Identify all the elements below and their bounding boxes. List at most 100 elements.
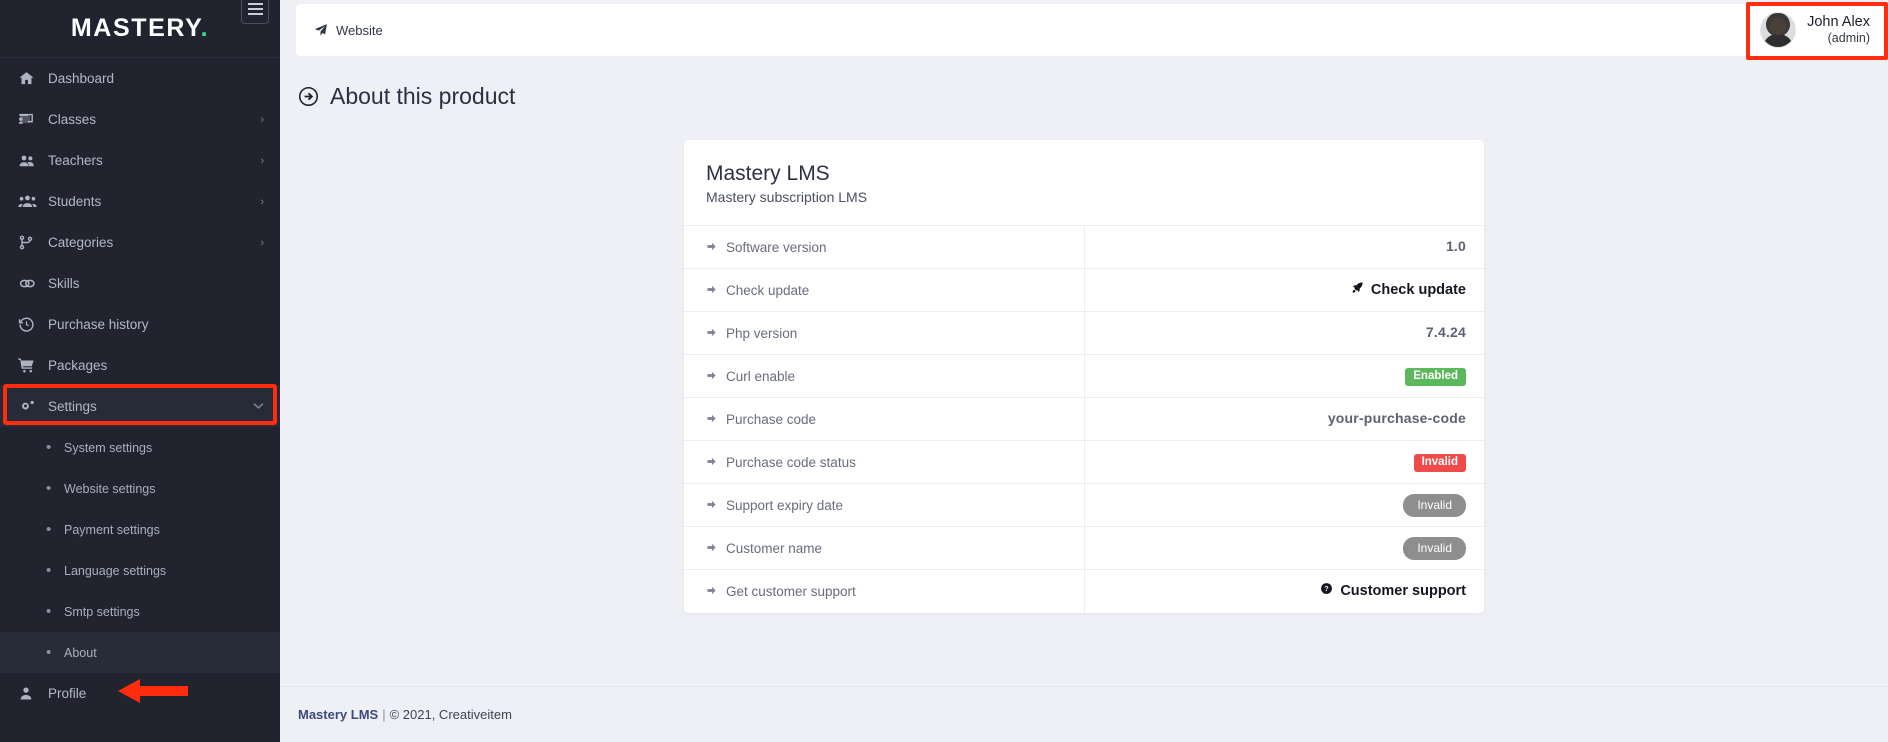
sidebar-item-teachers[interactable]: Teachers › — [0, 140, 280, 181]
about-product-card: Mastery LMS Mastery subscription LMS Sof… — [684, 140, 1484, 613]
info-key-label: Php version — [726, 325, 798, 341]
teachers-icon — [18, 152, 48, 170]
arrow-right-icon — [706, 240, 717, 255]
sidebar-subitem-payment-settings[interactable]: • Payment settings — [0, 509, 280, 550]
sidebar-subitem-language-settings[interactable]: • Language settings — [0, 550, 280, 591]
card-header: Mastery LMS Mastery subscription LMS — [684, 140, 1484, 225]
info-value-text: your-purchase-code — [1327, 410, 1466, 426]
students-icon — [18, 192, 48, 211]
brand-dot: . — [200, 14, 210, 42]
sidebar-item-label: Settings — [48, 399, 97, 414]
arrow-right-icon — [706, 498, 717, 513]
arrow-right-icon — [706, 584, 717, 599]
info-key-cell: Support expiry date — [684, 483, 1085, 527]
info-key-cell: Purchase code — [684, 397, 1085, 441]
status-badge: Invalid — [1413, 453, 1466, 473]
sidebar-item-label: Profile — [48, 686, 87, 701]
app-root: MASTERY. Dashboard Classes › Teachers › … — [0, 0, 1888, 742]
paper-plane-icon — [314, 23, 328, 37]
bullet-icon: • — [46, 439, 52, 456]
status-badge: Enabled — [1405, 367, 1466, 387]
chevron-down-icon — [253, 401, 264, 413]
link-label: Customer support — [1340, 582, 1466, 599]
customer-support-button[interactable]: ? Customer support — [1320, 582, 1466, 599]
arrow-right-icon — [706, 369, 717, 384]
arrow-right-icon — [706, 283, 717, 298]
info-key-label: Curl enable — [726, 368, 796, 384]
category-icon — [18, 234, 48, 251]
brand-name: MASTERY — [70, 14, 201, 42]
user-meta: John Alex (admin) — [1807, 13, 1870, 47]
footer-separator: | — [382, 707, 386, 722]
card-title: Mastery LMS — [706, 162, 830, 185]
sidebar-subitem-label: About — [64, 645, 97, 660]
info-value-cell[interactable]: Check update — [1084, 269, 1484, 312]
info-value-cell: 1.0 — [1084, 226, 1484, 269]
info-key-cell: Get customer support — [684, 569, 1085, 613]
sidebar-subitem-system-settings[interactable]: • System settings — [0, 427, 280, 468]
sidebar-logo[interactable]: MASTERY. — [0, 0, 280, 58]
sidebar-item-skills[interactable]: Skills — [0, 263, 280, 304]
page-title: About this product — [280, 56, 1888, 110]
arrow-right-icon — [706, 455, 717, 470]
history-icon — [18, 316, 48, 333]
status-badge: Invalid — [1403, 493, 1466, 517]
table-row: Get customer support? Customer support — [684, 569, 1484, 613]
sidebar-item-label: Classes — [48, 112, 97, 127]
status-badge: Invalid — [1403, 536, 1466, 560]
hamburger-icon[interactable] — [241, 0, 269, 24]
sidebar-item-packages[interactable]: Packages — [0, 345, 280, 386]
info-key-cell: Curl enable — [684, 354, 1085, 398]
home-icon — [18, 70, 48, 87]
arrow-right-icon — [706, 326, 717, 341]
user-menu[interactable]: John Alex (admin) — [1746, 2, 1888, 60]
table-row: Purchase code your-purchase-code — [684, 397, 1484, 441]
sidebar-item-purchase-history[interactable]: Purchase history — [0, 304, 280, 345]
bullet-icon: • — [46, 644, 52, 661]
sidebar-subitem-label: Smtp settings — [64, 604, 140, 619]
info-value-text: 7.4.24 — [1425, 324, 1466, 340]
table-row: Curl enable Enabled — [684, 354, 1484, 398]
sidebar-subitem-smtp-settings[interactable]: • Smtp settings — [0, 591, 280, 632]
info-value-cell: Invalid — [1084, 441, 1484, 484]
table-row: Php version 7.4.24 — [684, 311, 1484, 355]
sidebar-item-profile[interactable]: Profile — [0, 673, 280, 714]
sidebar-item-settings[interactable]: Settings — [0, 386, 280, 427]
product-info-body: Software version 1.0 Check update Check upd… — [684, 225, 1484, 613]
info-value-cell: 7.4.24 — [1084, 312, 1484, 355]
footer-brand: Mastery LMS — [298, 707, 379, 722]
sidebar-item-dashboard[interactable]: Dashboard — [0, 58, 280, 99]
info-value-cell[interactable]: ? Customer support — [1084, 570, 1484, 613]
bullet-icon: • — [46, 562, 52, 579]
info-key-label: Check update — [726, 282, 810, 298]
sidebar-subitem-label: Payment settings — [64, 522, 160, 537]
info-key-cell: Customer name — [684, 526, 1085, 570]
info-key-cell: Purchase code status — [684, 440, 1085, 484]
chevron-right-icon: › — [260, 236, 264, 249]
sidebar-subitem-label: Language settings — [64, 563, 167, 578]
bullet-icon: • — [46, 603, 52, 620]
question-circle-icon: ? — [1320, 582, 1333, 599]
card-subtitle: Mastery subscription LMS — [706, 189, 868, 205]
sidebar-item-students[interactable]: Students › — [0, 181, 280, 222]
sidebar-subitem-website-settings[interactable]: • Website settings — [0, 468, 280, 509]
table-row: Support expiry date Invalid — [684, 483, 1484, 527]
sidebar-subitem-about[interactable]: • About — [0, 632, 280, 673]
skills-icon — [18, 274, 48, 293]
main-area: Website John Alex (admin) About this pro… — [280, 0, 1888, 742]
user-role: (admin) — [1827, 31, 1870, 46]
sidebar-item-categories[interactable]: Categories › — [0, 222, 280, 263]
bullet-icon: • — [46, 521, 52, 538]
avatar — [1760, 12, 1797, 48]
chevron-right-icon: › — [260, 154, 264, 167]
info-value-cell: Invalid — [1084, 527, 1484, 570]
check-update-button[interactable]: Check update — [1351, 281, 1466, 298]
table-row: Software version 1.0 — [684, 225, 1484, 269]
info-key-label: Software version — [726, 239, 827, 255]
breadcrumb[interactable]: Website — [314, 23, 383, 38]
bullet-icon: • — [46, 480, 52, 497]
sidebar-item-label: Categories — [48, 235, 114, 250]
sidebar-subitem-label: Website settings — [64, 481, 156, 496]
sidebar: MASTERY. Dashboard Classes › Teachers › … — [0, 0, 280, 742]
sidebar-item-classes[interactable]: Classes › — [0, 99, 280, 140]
